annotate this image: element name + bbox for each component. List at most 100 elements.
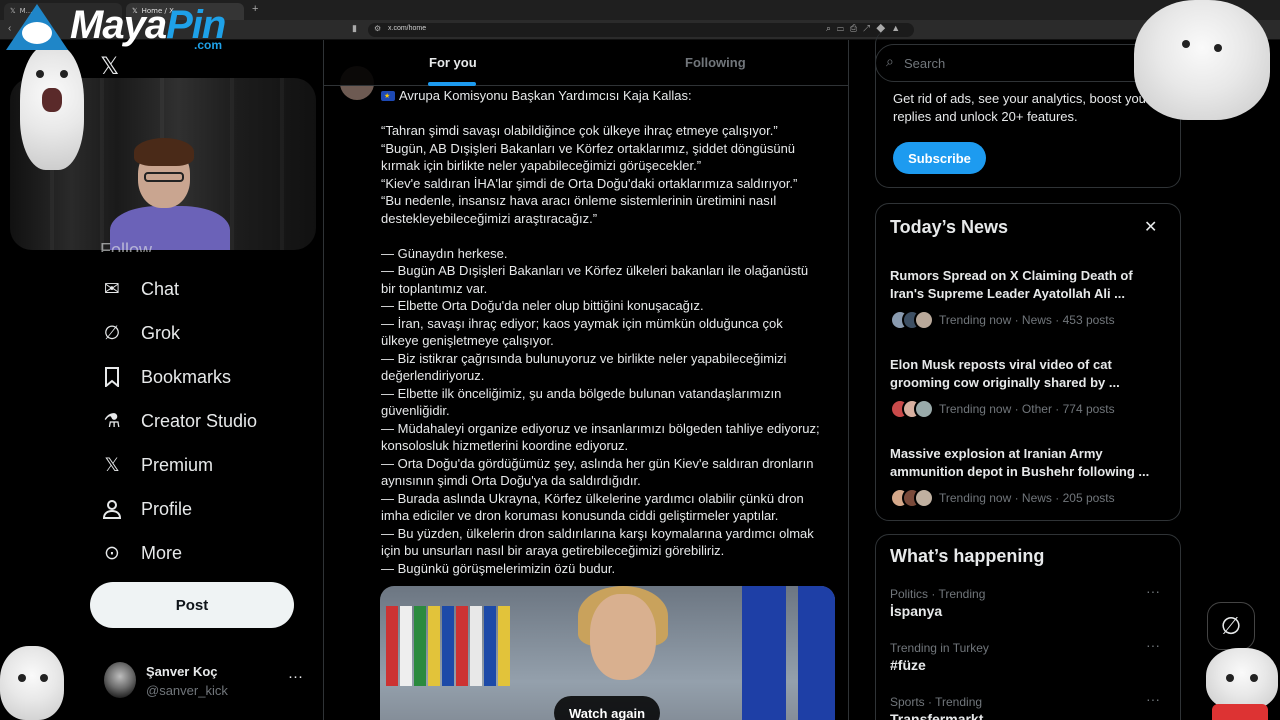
more-dots-icon[interactable]: ··· — [288, 668, 303, 685]
tweet-line: değerlendiriyoruz. — [381, 368, 485, 383]
tab-following[interactable]: Following — [685, 55, 746, 70]
trend-context: Trending in Turkey — [890, 641, 989, 655]
bookmark-page-icon[interactable]: ▮ — [352, 23, 357, 34]
news-headline: Elon Musk reposts viral video of cat gro… — [890, 357, 1120, 390]
tweet-line: — Bugünkü görüşmelerimizin özü budur. — [381, 560, 616, 576]
tweet-line: — Elbette Orta Doğu'da neler olup bittiğ… — [381, 298, 704, 313]
grok-icon: ∅ — [103, 322, 121, 344]
sidebar-item-label: Chat — [141, 278, 180, 299]
subscribe-button[interactable]: Subscribe — [893, 142, 986, 174]
close-icon[interactable]: ✕ — [1144, 217, 1157, 236]
news-avatars — [890, 488, 936, 508]
tweet-line: için bu unsurları nasıl bir araya getire… — [381, 543, 725, 558]
post-button[interactable]: Post — [90, 582, 294, 628]
tweet-line: — İran, savaşı ihraç ediyor; kaos yaymak… — [381, 315, 783, 331]
bookmark-icon — [100, 365, 124, 389]
x-logo-icon[interactable]: 𝕏 — [100, 52, 119, 80]
tweet-line: — Elbette ilk önceliğimiz, şu anda bölge… — [381, 385, 782, 401]
cat-sticker-image — [20, 44, 84, 170]
tweet-line: ülkeye genişletmeye çalışıyor. — [381, 333, 554, 348]
tweet-line: — Müdahaleyi organize ediyoruz ve insanl… — [381, 420, 820, 436]
more-circle-icon: ⊙ — [104, 542, 120, 564]
trend-item[interactable]: Sports · Trending Transfermarkt ··· — [890, 691, 1175, 720]
tweet-line: “Bugün, AB Dışişleri Bakanları ve Körfez… — [381, 140, 796, 156]
mail-icon: ✉ — [104, 278, 120, 300]
sidebar-item-creator-studio[interactable]: ⚗ Creator Studio — [100, 406, 257, 436]
news-item[interactable]: Massive explosion at Iranian Army ammuni… — [890, 445, 1170, 509]
trend-item[interactable]: Trending in Turkey #füze ··· — [890, 637, 1175, 673]
news-avatars — [890, 310, 936, 330]
account-switcher[interactable]: Şanver Koç @sanver_kick ··· — [100, 658, 312, 708]
tweet-line: “Kiev'e saldıran İHA'lar şimdi de Orta D… — [381, 175, 798, 191]
x-logo-icon: 𝕏 — [104, 454, 120, 476]
more-dots-icon[interactable]: ··· — [1146, 583, 1160, 599]
trend-name: Transfermarkt — [890, 711, 984, 720]
watch-again-button[interactable]: Watch again — [554, 696, 660, 720]
cat-sticker-image — [1134, 0, 1270, 120]
trend-name: #füze — [890, 657, 926, 673]
sidebar-item-profile[interactable]: Profile — [100, 494, 192, 524]
sidebar-item-label: Grok — [141, 322, 181, 343]
trend-item[interactable]: Politics · Trending İspanya ··· — [890, 583, 1175, 619]
sidebar-item-label: Profile — [141, 498, 193, 519]
sidebar-item-label: Premium — [141, 454, 214, 475]
flask-icon: ⚗ — [103, 410, 121, 432]
sidebar-item-chat[interactable]: ✉ Chat — [100, 274, 179, 304]
tweet-line: imha ediciler ve dron koruması konusunda… — [381, 508, 779, 523]
sidebar-item-partial: Follow — [100, 240, 153, 252]
news-title: Today’s News — [890, 217, 1009, 237]
sidebar-item-bookmarks[interactable]: Bookmarks — [100, 362, 231, 392]
tweet-line: bir toplantımız var. — [381, 280, 488, 296]
tweet-line: “Tahran şimdi savaşı olabildiğince çok ü… — [381, 123, 778, 138]
tweet-line: konsolosluk hizmetlerini koordine ediyor… — [381, 438, 629, 453]
tweet-line: — Orta Doğu'da gördüğümüz şey, aslında h… — [381, 455, 814, 471]
sidebar-item-more[interactable]: ⊙ More — [100, 538, 182, 568]
tweet-line: Avrupa Komisyonu Başkan Yardımcısı Kaja … — [381, 87, 841, 106]
more-dots-icon[interactable]: ··· — [1146, 637, 1160, 653]
tweet-video[interactable]: Watch again — [380, 586, 835, 720]
trend-context: Sports · Trending — [890, 695, 983, 709]
news-meta: Trending now · Other · 774 posts — [939, 402, 1115, 416]
site-info-icon[interactable]: ⚙ — [374, 24, 381, 33]
more-dots-icon[interactable]: ··· — [1146, 691, 1160, 707]
tweet-line: güvenliğidir. — [381, 403, 450, 418]
new-tab-button[interactable]: + — [252, 3, 258, 15]
tweet-line: aynısının şimdi Orta Doğu'ya da saldırdı… — [381, 473, 641, 488]
news-item[interactable]: Elon Musk reposts viral video of cat gro… — [890, 356, 1170, 420]
avatar — [104, 662, 136, 698]
tweet-line: — Bugün AB Dışişleri Bakanları ve Körfez… — [381, 263, 809, 278]
news-headline: Massive explosion at Iranian Army ammuni… — [890, 446, 1150, 479]
main-timeline: For you Following Avrupa Komisyonu Başka… — [323, 40, 849, 720]
news-meta: Trending now · News · 453 posts — [939, 313, 1115, 327]
tweet-line: — Biz istikrar çağrısında bulunuyoruz ve… — [381, 350, 787, 366]
sidebar-item-label: Creator Studio — [141, 410, 258, 431]
sidebar-item-label: Bookmarks — [141, 366, 232, 387]
todays-news-card: Today’s News ✕ Rumors Spread on X Claimi… — [875, 203, 1181, 521]
account-handle: @sanver_kick — [146, 683, 228, 698]
news-item[interactable]: Rumors Spread on X Claiming Death of Ira… — [890, 267, 1170, 331]
search-placeholder: Search — [904, 56, 946, 71]
sidebar-item-premium[interactable]: 𝕏 Premium — [100, 450, 213, 480]
sidebar-item-grok[interactable]: ∅ Grok — [100, 318, 180, 348]
trend-name: İspanya — [890, 603, 943, 619]
news-avatars — [890, 399, 936, 419]
url-text: x.com/home — [388, 25, 427, 32]
right-sidebar: Get rid of ads, see your analytics, boos… — [849, 30, 1280, 720]
tweet-line: — Burada aslında Ukrayna, Körfez ülkeler… — [381, 490, 804, 506]
tweet-line: kırmak için birlikte neler yapabileceğim… — [381, 158, 702, 173]
cat-shirt-image — [1212, 704, 1268, 720]
tab-for-you[interactable]: For you — [429, 55, 477, 70]
happening-title: What’s happening — [890, 546, 1045, 566]
premium-description: Get rid of ads, see your analytics, boos… — [893, 91, 1151, 124]
mayapin-logo: MayaPin .com — [4, 0, 234, 56]
streamer-image — [110, 136, 230, 250]
grok-icon[interactable]: ∅ — [1207, 602, 1255, 650]
tweet-text: Avrupa Komisyonu Başkan Yardımcısı Kaja … — [381, 87, 841, 577]
trend-context: Politics · Trending — [890, 587, 986, 601]
eu-flag-icon — [381, 88, 395, 106]
tweet-line: — Bu yüzden, ülkelerin dron saldırıların… — [381, 525, 814, 541]
news-meta: Trending now · News · 205 posts — [939, 491, 1115, 505]
tweet-line: “Bu nedenle, insansız hava aracı önleme … — [381, 193, 777, 208]
cat-sticker-image — [1206, 648, 1278, 710]
timeline-tabs: For you Following — [324, 40, 848, 86]
